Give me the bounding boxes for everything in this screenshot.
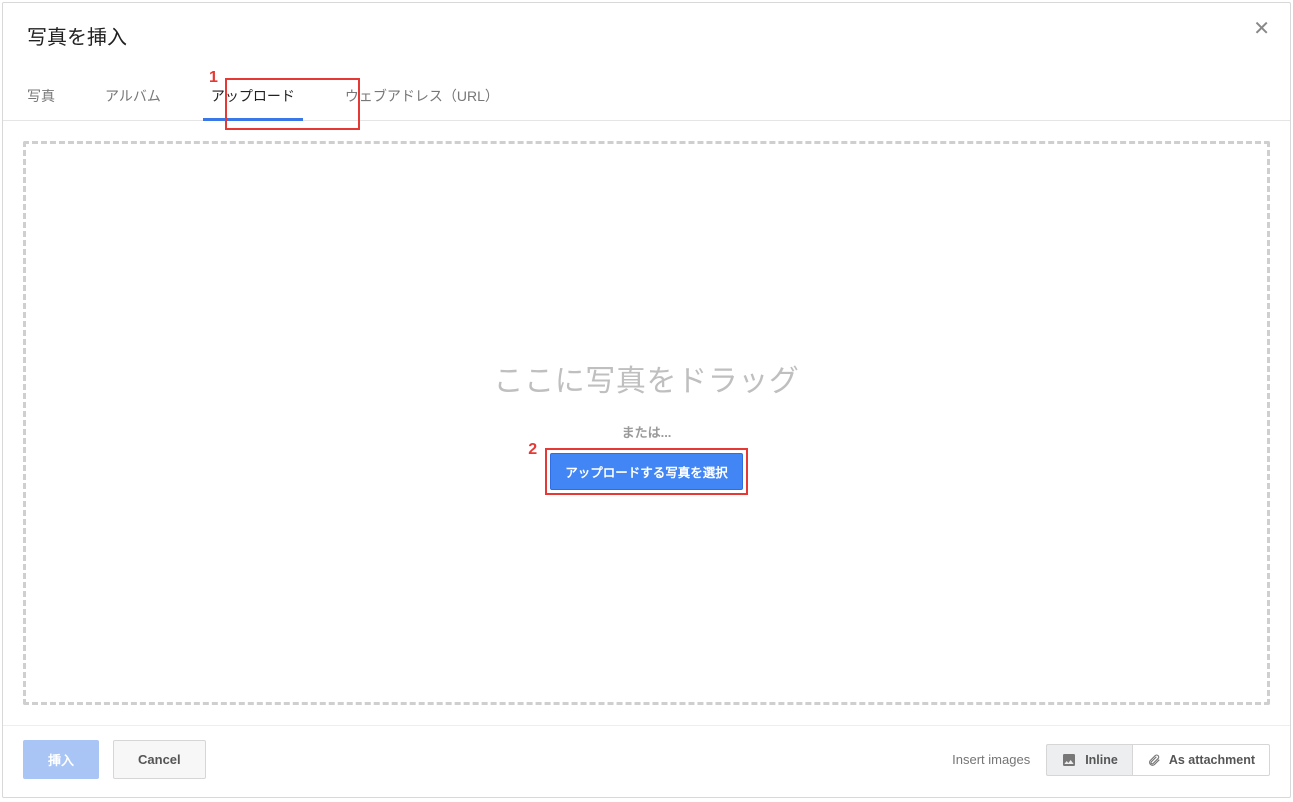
close-icon[interactable]: ✕ <box>1253 19 1270 39</box>
dialog-content: ここに写真をドラッグ または... アップロードする写真を選択 2 <box>3 121 1290 725</box>
drag-hint-text: ここに写真をドラッグ <box>494 356 800 400</box>
annotation-marker-2: 2 <box>528 441 537 459</box>
attachment-mode-label: As attachment <box>1169 753 1255 767</box>
inline-mode-button[interactable]: Inline <box>1046 744 1132 776</box>
dialog-footer: 挿入 Cancel Insert images Inline As attach… <box>3 725 1290 797</box>
image-icon <box>1061 752 1077 768</box>
insert-images-label: Insert images <box>952 752 1030 767</box>
footer-right: Insert images Inline As attachment <box>952 744 1270 776</box>
tab-web-url[interactable]: ウェブアドレス（URL） <box>345 76 499 120</box>
paperclip-icon <box>1147 752 1161 768</box>
insert-photo-dialog: 写真を挿入 ✕ 写真 アルバム アップロード ウェブアドレス（URL） 1 ここ… <box>2 2 1291 798</box>
select-photos-button[interactable]: アップロードする写真を選択 <box>550 453 743 490</box>
upload-dropzone[interactable]: ここに写真をドラッグ または... アップロードする写真を選択 2 <box>23 141 1270 705</box>
annotation-marker-1: 1 <box>209 69 218 87</box>
inline-mode-label: Inline <box>1085 753 1118 767</box>
dialog-header: 写真を挿入 ✕ <box>3 3 1290 50</box>
cancel-button[interactable]: Cancel <box>113 740 206 779</box>
or-text: または... <box>622 422 672 441</box>
tab-photos[interactable]: 写真 <box>27 76 55 120</box>
dialog-title: 写真を挿入 <box>27 21 1266 50</box>
tab-albums[interactable]: アルバム <box>105 76 161 120</box>
tab-bar: 写真 アルバム アップロード ウェブアドレス（URL） <box>3 76 1290 121</box>
footer-left: 挿入 Cancel <box>23 740 206 779</box>
insert-button[interactable]: 挿入 <box>23 740 99 779</box>
insert-mode-group: Inline As attachment <box>1046 744 1270 776</box>
tab-upload[interactable]: アップロード <box>211 76 295 120</box>
select-button-wrapper: アップロードする写真を選択 2 <box>550 453 743 490</box>
attachment-mode-button[interactable]: As attachment <box>1132 744 1270 776</box>
